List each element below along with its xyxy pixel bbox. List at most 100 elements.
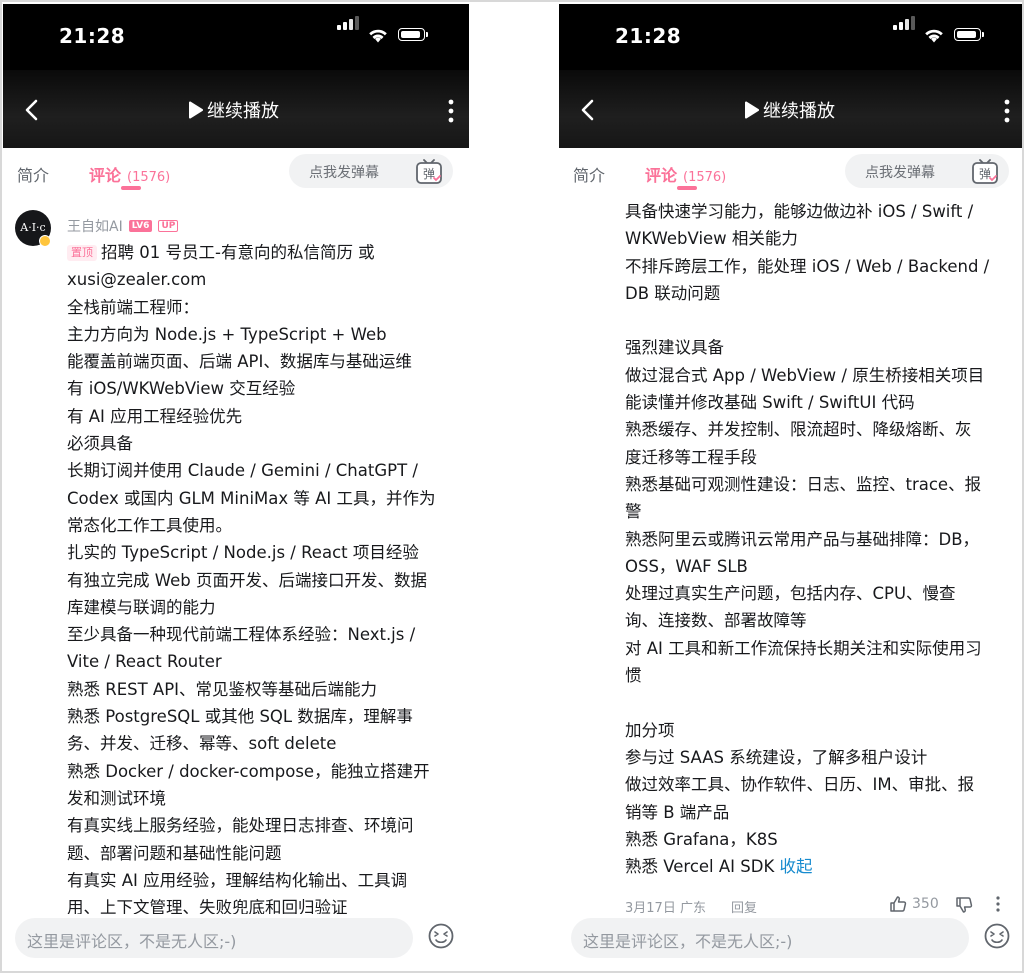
like-count: 350 bbox=[912, 896, 939, 912]
comment-line: 长期订阅并使用 Claude / Gemini / ChatGPT / bbox=[67, 457, 459, 484]
comment-line: 发和测试环境 bbox=[67, 785, 459, 812]
comment-line-text: 熟悉 REST API、常见鉴权等基础后端能力 bbox=[67, 679, 378, 699]
comment-line-text: 能覆盖前端页面、后端 API、数据库与基础运维 bbox=[67, 352, 412, 372]
continue-playing-button[interactable]: 继续播放 bbox=[743, 97, 835, 123]
author-row: 王自如AI LV6 UP bbox=[67, 216, 179, 236]
danmaku-icon-text: 弹 bbox=[979, 167, 991, 181]
comment-input-placeholder: 这里是评论区，不是无人区;-) bbox=[27, 932, 237, 951]
comment-count: (1576) bbox=[127, 170, 171, 185]
continue-playing-label: 继续播放 bbox=[763, 101, 835, 122]
dislike-icon[interactable] bbox=[955, 896, 973, 914]
comment-line: 至少具备一种现代前端工程体系经验：Next.js / bbox=[67, 621, 459, 648]
like-button[interactable]: 350 bbox=[889, 895, 939, 913]
comment-date: 3月17日 广东 bbox=[625, 901, 706, 914]
comment-line: 扎实的 TypeScript / Node.js / React 项目经验 bbox=[67, 539, 459, 566]
comment-line: 加分项 bbox=[625, 720, 675, 740]
active-tab-indicator bbox=[121, 186, 141, 190]
danmaku-input-button[interactable]: 点我发弹幕 弹 bbox=[289, 154, 453, 188]
tab-comments[interactable]: 评论 (1576) bbox=[89, 162, 170, 186]
collapse-link[interactable]: 收起 bbox=[780, 857, 813, 876]
comment-body-continued: 具备快速学习能力，能够边做边补 iOS / Swift / WKWebView 相… bbox=[625, 202, 1013, 880]
comment-input-placeholder: 这里是评论区，不是无人区;-) bbox=[583, 932, 793, 951]
comment-line: 具备快速学习能力，能够边做边补 iOS / Swift / bbox=[625, 202, 974, 221]
comment-meta-row: 3月17日 广东 回复 350 bbox=[625, 893, 1024, 914]
comment-line: 熟悉缓存、并发控制、限流超时、降级熔断、灰 bbox=[625, 420, 972, 440]
tab-intro[interactable]: 简介 bbox=[573, 162, 605, 186]
tab-bar: 简介 评论 (1576) 点我发弹幕 弹 bbox=[3, 148, 469, 202]
comment-line: DB 联动问题 bbox=[625, 283, 721, 303]
comment-line: 参与过 SAAS 系统建设，了解多租户设计 bbox=[625, 747, 928, 767]
tab-comments-label: 评论 bbox=[645, 166, 678, 185]
comment-input-bar: 这里是评论区，不是无人区;-) bbox=[3, 914, 469, 970]
comment-section: A·I·c 王自如AI LV6 UP 置顶 招聘 01 号员工-有意向的私信简历 … bbox=[3, 202, 469, 914]
phone-screen-right: 21:28 继续播放 简介 评论 (1576) 点我发弹幕 弹 具备快速学习能力… bbox=[559, 4, 1024, 970]
comment-line-text: 招聘 01 号员工-有意向的私信简历 或 bbox=[101, 243, 375, 262]
comment-input-bar: 这里是评论区，不是无人区;-) bbox=[559, 914, 1024, 970]
comment-line: 常态化工作工具使用。 bbox=[67, 512, 459, 539]
emoji-icon[interactable] bbox=[427, 922, 455, 950]
comment-line-text: 常态化工作工具使用。 bbox=[67, 515, 232, 535]
comment-line-text: 用、上下文管理、失败兜底和回归验证 bbox=[67, 898, 348, 914]
danmaku-icon-text: 弹 bbox=[423, 167, 435, 181]
comment-line-text: 必须具备 bbox=[67, 434, 133, 454]
comment-count: (1576) bbox=[683, 170, 727, 185]
wifi-icon bbox=[925, 29, 943, 43]
danmaku-input-button[interactable]: 点我发弹幕 弹 bbox=[845, 154, 1009, 188]
back-icon[interactable] bbox=[19, 96, 47, 124]
danmaku-icon[interactable]: 弹 bbox=[415, 159, 443, 185]
danmaku-icon[interactable]: 弹 bbox=[971, 159, 999, 185]
comment-line: 熟悉 Grafana，K8S bbox=[625, 829, 778, 849]
author-name[interactable]: 王自如AI bbox=[67, 216, 123, 236]
comment-line: xusi@zealer.com bbox=[67, 266, 459, 293]
continue-playing-button[interactable]: 继续播放 bbox=[187, 97, 279, 123]
emoji-icon[interactable] bbox=[983, 922, 1011, 950]
comment-more-icon[interactable] bbox=[995, 895, 1001, 913]
back-icon[interactable] bbox=[575, 96, 603, 124]
comment-line-text: Codex 或国内 GLM MiniMax 等 AI 工具，并作为 bbox=[67, 488, 436, 508]
comment-line-text: 有独立完成 Web 页面开发、后端接口开发、数据 bbox=[67, 570, 427, 590]
phone-screen-left: 21:28 继续播放 简介 评论 (1576) 点我发弹幕 弹 A·I·c 王自… bbox=[3, 4, 469, 970]
status-time: 21:28 bbox=[59, 24, 126, 48]
comment-line-text: 熟悉 PostgreSQL 或其他 SQL 数据库，理解事 bbox=[67, 707, 413, 727]
comment-body: 置顶 招聘 01 号员工-有意向的私信简历 或 xusi@zealer.com 全栈前… bbox=[67, 239, 459, 914]
tab-comments-label: 评论 bbox=[89, 166, 122, 185]
danmaku-placeholder: 点我发弹幕 bbox=[309, 165, 379, 181]
comment-line: 置顶 招聘 01 号员工-有意向的私信简历 或 bbox=[67, 239, 459, 266]
up-badge: UP bbox=[158, 220, 179, 232]
comment-input[interactable]: 这里是评论区，不是无人区;-) bbox=[571, 918, 969, 958]
comment-line: 题、部署问题和基础性能问题 bbox=[67, 840, 459, 867]
comment-line-text: 库建模与联调的能力 bbox=[67, 597, 216, 617]
danmaku-placeholder: 点我发弹幕 bbox=[865, 165, 935, 181]
play-icon bbox=[189, 101, 203, 119]
level-badge: LV6 bbox=[128, 220, 153, 232]
comment-line: 主力方向为 Node.js + TypeScript + Web bbox=[67, 321, 459, 348]
comment-line: 熟悉 REST API、常见鉴权等基础后端能力 bbox=[67, 676, 459, 703]
battery-icon bbox=[954, 28, 984, 41]
tab-intro[interactable]: 简介 bbox=[17, 162, 49, 186]
comment-line: 熟悉 Vercel AI SDK 收起 bbox=[625, 853, 1013, 880]
tab-bar: 简介 评论 (1576) 点我发弹幕 弹 bbox=[559, 148, 1024, 202]
comment-line-text: 题、部署问题和基础性能问题 bbox=[67, 843, 282, 863]
comment-input[interactable]: 这里是评论区，不是无人区;-) bbox=[15, 918, 413, 958]
more-icon[interactable] bbox=[447, 98, 455, 124]
comment-line: 有 iOS/WKWebView 交互经验 bbox=[67, 375, 459, 402]
status-bar: 21:28 bbox=[559, 4, 1024, 70]
verified-badge-icon bbox=[39, 235, 51, 247]
comment-line: 库建模与联调的能力 bbox=[67, 594, 459, 621]
comment-line: 惯 bbox=[625, 666, 642, 686]
comment-line-text: 至少具备一种现代前端工程体系经验：Next.js / bbox=[67, 625, 416, 645]
tab-comments[interactable]: 评论 (1576) bbox=[645, 162, 726, 186]
comment-line: 有独立完成 Web 页面开发、后端接口开发、数据 bbox=[67, 567, 459, 594]
comment-line-text: 长期订阅并使用 Claude / Gemini / ChatGPT / bbox=[67, 461, 418, 481]
more-icon[interactable] bbox=[1003, 98, 1011, 124]
reply-button[interactable]: 回复 bbox=[731, 897, 757, 914]
comment-line: 做过混合式 App / WebView / 原生桥接相关项目 bbox=[625, 365, 985, 385]
comment-line: 强烈建议具备 bbox=[625, 338, 724, 358]
comment-line: Codex 或国内 GLM MiniMax 等 AI 工具，并作为 bbox=[67, 485, 459, 512]
active-tab-indicator bbox=[677, 186, 697, 190]
comment-line: 询、连接数、部署故障等 bbox=[625, 611, 807, 631]
comment-line: 熟悉基础可观测性建设：日志、监控、trace、报 bbox=[625, 474, 982, 494]
comment-line: Vite / React Router bbox=[67, 648, 459, 675]
continue-playing-label: 继续播放 bbox=[207, 101, 279, 122]
